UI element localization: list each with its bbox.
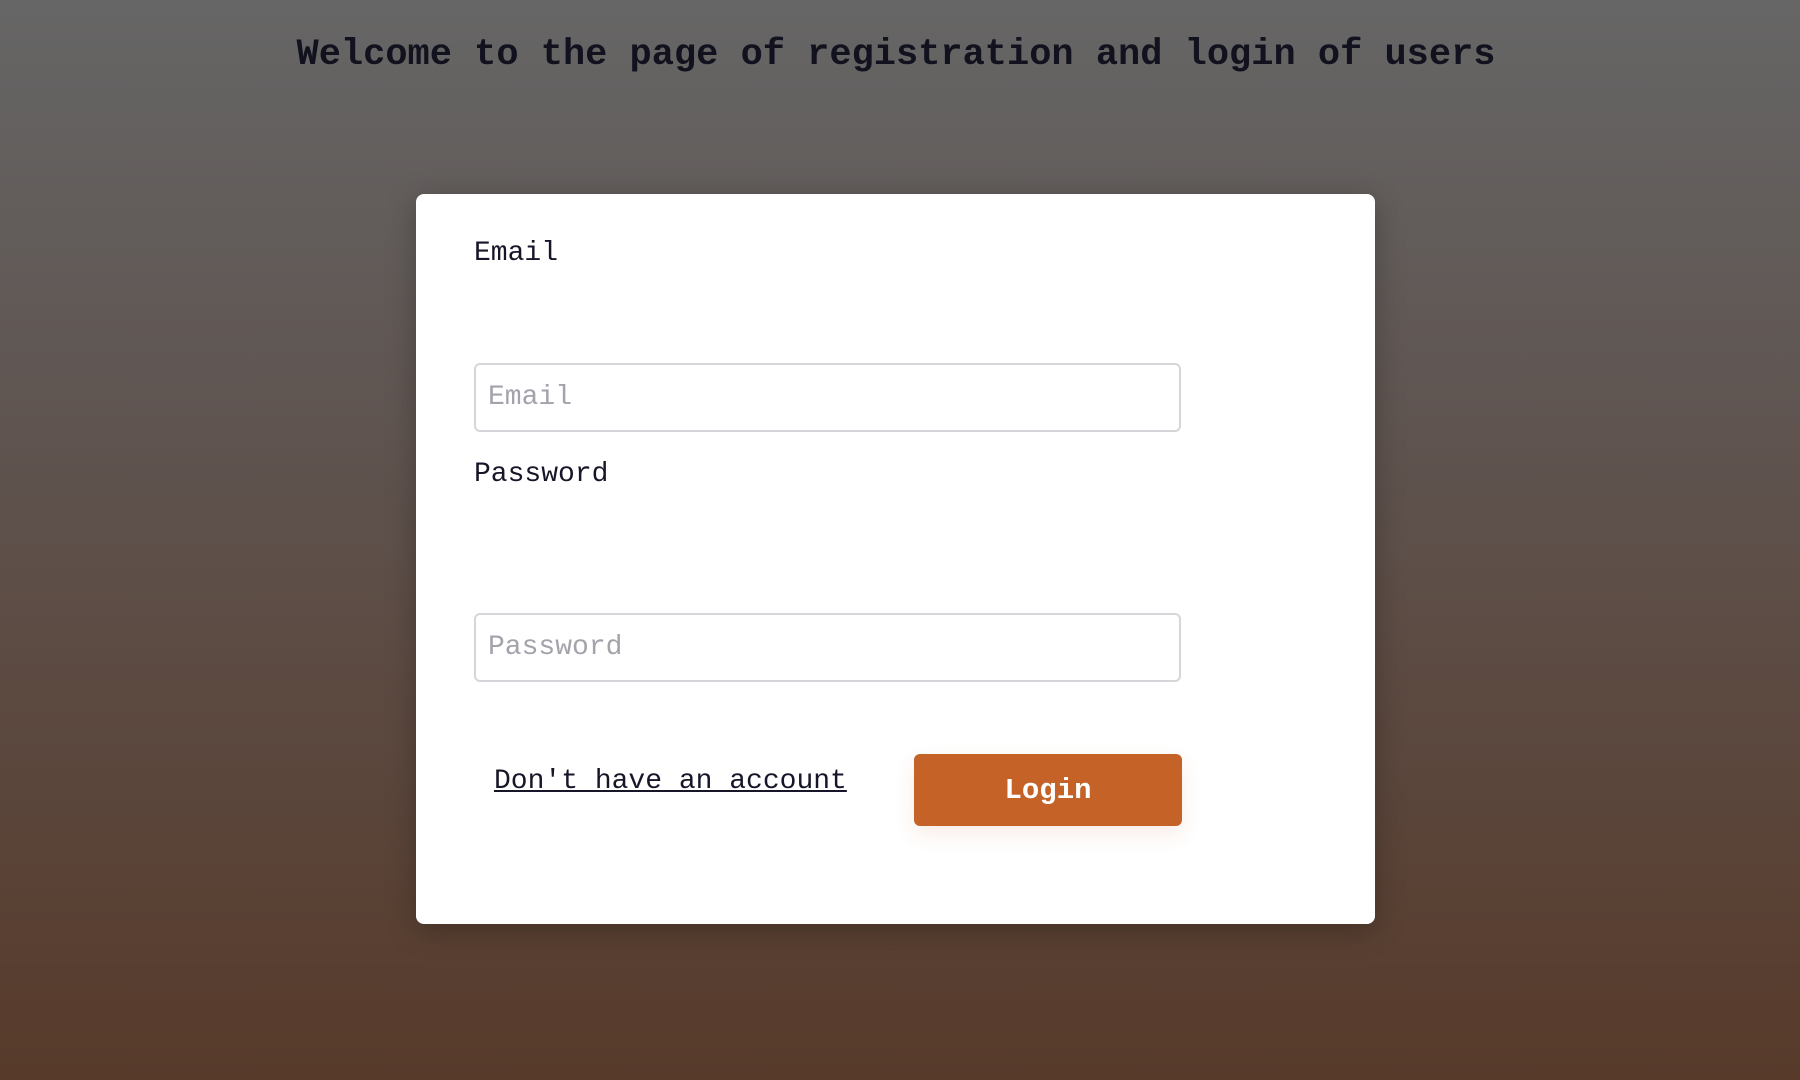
page-title: Welcome to the page of registration and … (296, 34, 1496, 76)
login-card: Email Password Don't have an account Log… (416, 194, 1375, 924)
email-label: Email (474, 238, 559, 269)
password-input[interactable] (474, 613, 1181, 682)
register-link[interactable]: Don't have an account (494, 766, 847, 797)
login-button[interactable]: Login (914, 754, 1182, 826)
password-label: Password (474, 459, 609, 490)
email-input[interactable] (474, 363, 1181, 432)
